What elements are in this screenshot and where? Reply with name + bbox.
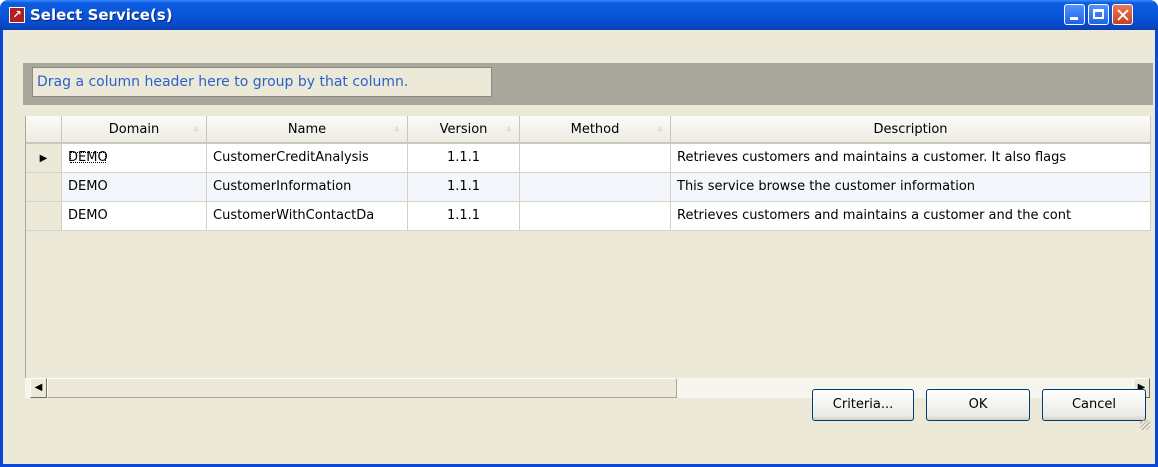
ok-button[interactable]: OK (926, 389, 1030, 421)
column-header-label: Version (439, 122, 488, 137)
resize-grip-icon[interactable] (1140, 420, 1150, 430)
sort-indicator-icon: ▵ (394, 124, 400, 134)
column-header-method[interactable]: Method ▵ (520, 116, 671, 144)
column-header-label: Domain (108, 122, 160, 137)
criteria-button[interactable]: Criteria... (812, 389, 914, 421)
arrow-left-icon: ◀ (34, 382, 43, 393)
column-header-label: Method (570, 122, 620, 137)
app-icon[interactable]: ↗ (9, 7, 25, 23)
row-selector[interactable]: ▶ (26, 144, 62, 173)
column-header-label: Name (287, 122, 327, 137)
cell-method[interactable] (520, 173, 671, 202)
column-header-description[interactable]: Description (671, 116, 1151, 144)
group-by-panel[interactable]: Drag a column header here to group by th… (23, 63, 1153, 105)
group-by-hint: Drag a column header here to group by th… (32, 67, 492, 97)
sort-indicator-icon: ▵ (193, 124, 199, 134)
cell-method[interactable] (520, 202, 671, 231)
cell-version[interactable]: 1.1.1 (408, 173, 520, 202)
cancel-button[interactable]: Cancel (1042, 389, 1146, 421)
cell-name[interactable]: CustomerCreditAnalysis (207, 144, 408, 173)
cell-domain[interactable]: DEMO (62, 202, 207, 231)
table-row[interactable]: ▶ DEMO CustomerCreditAnalysis 1.1.1 Retr… (26, 144, 1151, 173)
sort-indicator-icon: ▵ (657, 124, 663, 134)
cell-description[interactable]: Retrieves customers and maintains a cust… (671, 144, 1151, 173)
row-selector[interactable] (26, 173, 62, 202)
title-bar[interactable]: ↗ Select Service(s) (0, 0, 1158, 30)
table-row[interactable]: DEMO CustomerWithContactDa 1.1.1 Retriev… (26, 202, 1151, 231)
select-services-dialog: ↗ Select Service(s) Drag a column header… (0, 0, 1158, 467)
row-selector-header (26, 116, 62, 144)
cell-domain[interactable]: DEMO (62, 144, 207, 173)
cell-description[interactable]: This service browse the customer informa… (671, 173, 1151, 202)
close-button[interactable] (1112, 4, 1133, 25)
scrollbar-thumb[interactable] (47, 378, 677, 398)
cell-name[interactable]: CustomerInformation (207, 173, 408, 202)
cell-domain[interactable]: DEMO (62, 173, 207, 202)
window-title: Select Service(s) (30, 6, 173, 24)
cell-description[interactable]: Retrieves customers and maintains a cust… (671, 202, 1151, 231)
cell-version[interactable]: 1.1.1 (408, 144, 520, 173)
sort-indicator-icon: ▵ (506, 124, 512, 134)
row-selector[interactable] (26, 202, 62, 231)
minimize-button[interactable] (1064, 4, 1085, 25)
current-row-icon: ▶ (39, 153, 48, 164)
maximize-button[interactable] (1088, 4, 1109, 25)
column-header-label: Description (873, 122, 948, 137)
cell-method[interactable] (520, 144, 671, 173)
column-header-domain[interactable]: Domain ▵ (62, 116, 207, 144)
cell-version[interactable]: 1.1.1 (408, 202, 520, 231)
cell-name[interactable]: CustomerWithContactDa (207, 202, 408, 231)
scroll-left-button[interactable]: ◀ (30, 378, 47, 398)
table-row[interactable]: DEMO CustomerInformation 1.1.1 This serv… (26, 173, 1151, 202)
services-grid[interactable]: Domain ▵ Name ▵ Version ▵ Method ▵ Descr… (25, 116, 1151, 378)
column-header-version[interactable]: Version ▵ (408, 116, 520, 144)
column-header-name[interactable]: Name ▵ (207, 116, 408, 144)
